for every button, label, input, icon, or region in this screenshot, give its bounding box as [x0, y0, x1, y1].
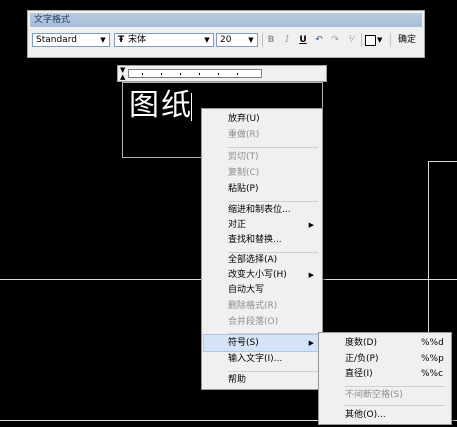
menu-item-diameter-label: 直径(I) — [345, 369, 373, 379]
menu-item-symbol-label: 符号(S) — [228, 338, 259, 348]
menu-item-paste[interactable]: 粘贴(P) — [204, 181, 320, 197]
chevron-down-icon: ▼ — [377, 36, 383, 44]
style-select[interactable]: Standard ▼ — [32, 33, 110, 47]
chevron-down-icon: ▼ — [248, 36, 254, 44]
color-swatch — [365, 35, 376, 46]
menu-item-degrees[interactable]: 度数(D) %%d — [321, 335, 449, 351]
stack-fraction-icon[interactable]: ⅟ — [344, 33, 358, 47]
menu-item-cut[interactable]: 剪切(T) — [204, 149, 320, 165]
ruler-tick — [161, 73, 162, 75]
menu-separator — [345, 405, 445, 406]
submenu-arrow-icon: ▶ — [308, 271, 314, 279]
menu-item-diameter[interactable]: 直径(I) %%c — [321, 366, 449, 382]
ruler-tick — [142, 73, 143, 75]
drawing-line — [428, 161, 429, 361]
menu-item-plus-minus-code: %%p — [421, 354, 444, 364]
menu-item-redo[interactable]: 重做(R) — [204, 127, 320, 143]
menu-item-plus-minus[interactable]: 正/负(P) %%p — [321, 351, 449, 367]
menu-item-degrees-label: 度数(D) — [345, 338, 377, 348]
style-select-value: Standard — [36, 35, 77, 45]
chevron-down-icon: ▼ — [204, 36, 210, 44]
menu-item-change-case[interactable]: 改变大小写(H) ▶ — [204, 267, 320, 283]
text-height-value: 20 — [220, 35, 232, 45]
submenu-arrow-icon: ▶ — [308, 221, 314, 229]
text-height-select[interactable]: 20 ▼ — [216, 33, 258, 47]
menu-item-indents-tabs[interactable]: 缩进和制表位... — [204, 202, 320, 218]
mtext-content[interactable]: 图纸 — [129, 89, 193, 123]
menu-item-symbol[interactable]: 符号(S) ▶ — [203, 334, 321, 352]
ruler-tick — [199, 73, 200, 75]
truetype-font-icon: Ŧ — [118, 35, 125, 45]
menu-separator — [228, 333, 318, 334]
menu-item-help[interactable]: 帮助 — [204, 372, 320, 388]
font-select[interactable]: Ŧ 宋体 ▼ — [114, 33, 214, 47]
menu-item-justify[interactable]: 对正 ▶ — [204, 217, 320, 233]
toolbar-separator — [361, 33, 362, 47]
indent-marker-icon[interactable]: ▲ — [120, 74, 125, 81]
redo-icon[interactable]: ↷ — [328, 33, 342, 47]
context-menu: 放弃(U) 重做(R) 剪切(T) 复制(C) 粘贴(P) 缩进和制表位... … — [201, 108, 323, 390]
symbol-submenu: 度数(D) %%d 正/负(P) %%p 直径(I) %%c 不间断空格(S) … — [318, 332, 452, 425]
menu-item-undo[interactable]: 放弃(U) — [204, 111, 320, 127]
underline-button[interactable]: U — [296, 33, 310, 47]
indent-ruler[interactable]: ▼ ▲ — [117, 65, 327, 82]
menu-item-diameter-code: %%c — [421, 369, 444, 379]
menu-item-degrees-code: %%d — [421, 338, 444, 348]
toolbar-separator — [390, 33, 391, 47]
menu-separator — [228, 147, 318, 148]
ok-button[interactable]: 确定 — [394, 32, 420, 48]
bold-button[interactable]: B — [264, 33, 278, 47]
italic-button[interactable]: I — [280, 33, 294, 47]
submenu-arrow-icon: ▶ — [308, 339, 314, 347]
font-select-value: 宋体 — [128, 35, 147, 45]
ruler-tick — [237, 73, 238, 75]
toolbar-title[interactable]: 文字格式 — [30, 13, 422, 27]
menu-item-find-replace[interactable]: 查找和替换... — [204, 232, 320, 248]
menu-item-nonbreaking-space[interactable]: 不间断空格(S) — [321, 387, 449, 403]
text-format-toolbar: 文字格式 Standard ▼ Ŧ 宋体 ▼ 20 ▼ B I U ↶ ↷ ⅟ … — [27, 10, 425, 58]
ruler-track[interactable] — [128, 69, 262, 78]
drawing-line — [428, 161, 457, 162]
menu-item-import-text[interactable]: 输入文字(I)... — [204, 351, 320, 367]
ruler-tick — [180, 73, 181, 75]
menu-item-copy[interactable]: 复制(C) — [204, 165, 320, 181]
menu-item-remove-formatting[interactable]: 删除格式(R) — [204, 298, 320, 314]
menu-item-other-symbols[interactable]: 其他(O)... — [321, 407, 449, 423]
ruler-tick — [218, 73, 219, 75]
text-cursor — [191, 93, 192, 121]
menu-item-autocaps[interactable]: 自动大写 — [204, 282, 320, 298]
text-color-select[interactable]: ▼ — [364, 33, 386, 47]
menu-item-plus-minus-label: 正/负(P) — [345, 354, 379, 364]
menu-item-change-case-label: 改变大小写(H) — [228, 270, 287, 280]
undo-icon[interactable]: ↶ — [312, 33, 326, 47]
menu-item-select-all[interactable]: 全部选择(A) — [204, 252, 320, 268]
menu-item-justify-label: 对正 — [228, 220, 247, 230]
toolbar-separator — [262, 33, 263, 47]
chevron-down-icon: ▼ — [100, 36, 106, 44]
menu-item-combine-paragraphs[interactable]: 合并段落(O) — [204, 314, 320, 330]
